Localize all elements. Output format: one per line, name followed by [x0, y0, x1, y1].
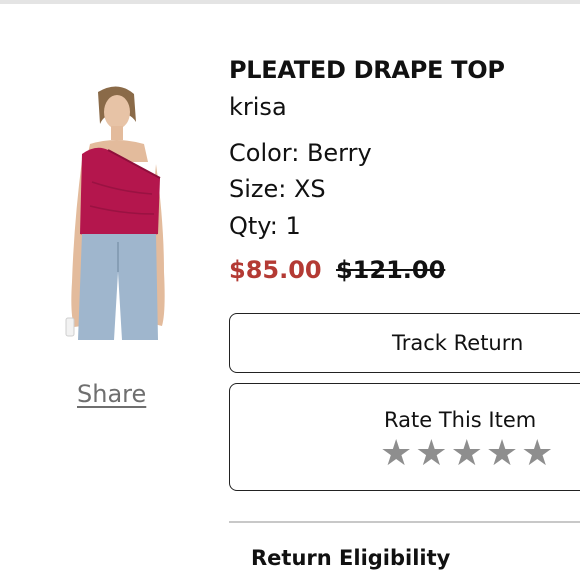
star-icon[interactable]: ★: [521, 436, 553, 472]
return-eligibility-heading[interactable]: Return Eligibility: [251, 546, 450, 570]
rate-item-label: Rate This Item: [384, 408, 537, 432]
sale-price: $85.00: [229, 256, 322, 284]
track-return-button[interactable]: Track Return: [229, 313, 580, 373]
section-divider: [229, 521, 580, 523]
product-qty: Qty: 1: [229, 212, 301, 240]
product-size: Size: XS: [229, 175, 326, 203]
product-photo-illustration: [65, 86, 165, 340]
top-divider: [0, 0, 580, 4]
product-image[interactable]: [52, 82, 180, 340]
price-row: $85.00 $121.00: [229, 256, 445, 284]
product-color: Color: Berry: [229, 139, 372, 167]
star-rating: ★ ★ ★ ★ ★: [380, 436, 553, 472]
star-icon[interactable]: ★: [486, 436, 518, 472]
original-price: $121.00: [335, 256, 446, 284]
rate-item-card: Rate This Item ★ ★ ★ ★ ★: [229, 383, 580, 491]
product-brand: krisa: [229, 93, 287, 121]
star-icon[interactable]: ★: [451, 436, 483, 472]
star-icon[interactable]: ★: [380, 436, 412, 472]
star-icon[interactable]: ★: [415, 436, 447, 472]
product-title: PLEATED DRAPE TOP: [229, 56, 505, 84]
share-link[interactable]: Share: [77, 380, 146, 408]
